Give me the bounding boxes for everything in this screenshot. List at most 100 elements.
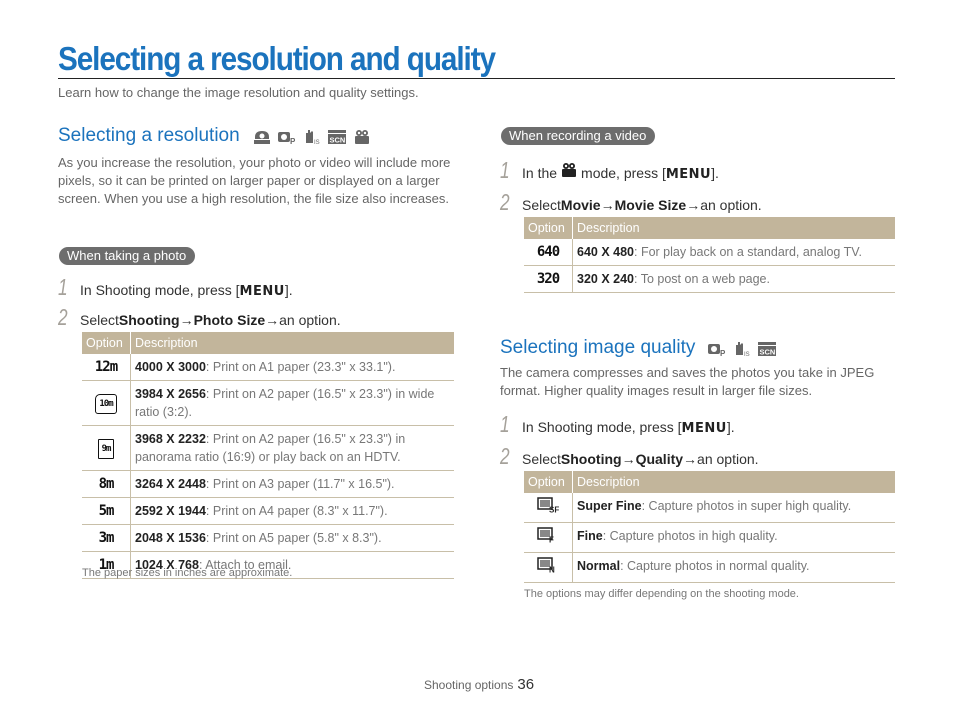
menu-shooting: Shooting bbox=[118, 312, 180, 328]
step-text: In the bbox=[522, 165, 558, 181]
quality-table: Option Description SF Super Fine: Capture… bbox=[524, 471, 895, 583]
option-description: : Capture photos in super high quality. bbox=[641, 499, 852, 513]
arrow: → bbox=[265, 312, 280, 328]
photo-size-table: Option Description 12m 4000 X 3000: Print… bbox=[82, 332, 454, 579]
step-number: 2 bbox=[58, 304, 68, 330]
step-number: 2 bbox=[500, 189, 510, 215]
svg-text:N: N bbox=[549, 566, 555, 574]
quality-mode-icons: P IS SCN bbox=[707, 340, 777, 357]
dual-is-icon: IS bbox=[305, 129, 320, 145]
option-value: 2048 X 1536 bbox=[135, 531, 206, 545]
menu-quality: Quality bbox=[635, 451, 684, 467]
description-cell: 2592 X 1944: Print on A4 paper (8.3" x 1… bbox=[130, 497, 454, 525]
table-row: 12m 4000 X 3000: Print on A1 paper (23.3"… bbox=[82, 354, 454, 381]
menu-movie: Movie bbox=[560, 197, 601, 213]
quality-note: The options may differ depending on the … bbox=[524, 588, 799, 600]
option-cell: F bbox=[524, 522, 573, 553]
option-cell: 8m bbox=[82, 470, 131, 498]
step-text-end: ]. bbox=[711, 165, 719, 181]
step-text: In Shooting mode, press [ bbox=[522, 419, 682, 435]
header-description: Description bbox=[130, 332, 454, 354]
menu-key: MENU bbox=[681, 421, 727, 436]
menu-movie-size: Movie Size bbox=[614, 197, 687, 213]
description-cell: Fine: Capture photos in high quality. bbox=[572, 522, 895, 553]
header-description: Description bbox=[572, 471, 895, 493]
svg-text:P: P bbox=[290, 137, 296, 145]
svg-text:F: F bbox=[549, 536, 554, 544]
description-cell: Normal: Capture photos in normal quality… bbox=[572, 552, 895, 583]
table-header-row: Option Description bbox=[82, 332, 454, 354]
menu-key: MENU bbox=[665, 167, 712, 182]
option-value: Super Fine bbox=[577, 499, 642, 513]
page-title: Selecting a resolution and quality bbox=[58, 40, 496, 77]
table-row: 5m 2592 X 1944: Print on A4 paper (8.3" x… bbox=[82, 497, 454, 525]
program-icon: P bbox=[708, 343, 726, 357]
svg-text:SF: SF bbox=[549, 506, 559, 514]
movie-size-table: Option Description 640 640 X 480: For pla… bbox=[524, 217, 895, 293]
photo-step-2: 2 Select Shooting → Photo Size → an opti… bbox=[58, 304, 341, 331]
description-cell: 3984 X 2656: Print on A2 paper (16.5" x … bbox=[130, 380, 454, 426]
dual-is-icon: IS bbox=[736, 341, 750, 357]
description-cell: 2048 X 1536: Print on A5 paper (5.8" x 8… bbox=[130, 524, 454, 552]
quality-step-2: 2 Select Shooting → Quality → an option. bbox=[500, 443, 759, 470]
fine-quality-icon: F bbox=[537, 527, 559, 546]
smart-auto-icon bbox=[253, 130, 270, 144]
option-cell: 3m bbox=[82, 524, 131, 552]
header-option: Option bbox=[82, 332, 131, 354]
option-cell: 12m bbox=[82, 354, 131, 381]
description-cell: 4000 X 3000: Print on A1 paper (23.3" x … bbox=[130, 354, 454, 381]
option-description: : Print on A5 paper (5.8" x 8.3"). bbox=[205, 531, 382, 545]
description-cell: 3968 X 2232: Print on A2 paper (16.5" x … bbox=[130, 425, 454, 471]
arrow: → bbox=[600, 197, 615, 213]
quality-step-1: 1 In Shooting mode, press [MENU]. bbox=[500, 411, 735, 438]
option-value: 4000 X 3000 bbox=[135, 360, 206, 374]
option-value: 3264 X 2448 bbox=[135, 477, 206, 491]
table-row: F Fine: Capture photos in high quality. bbox=[524, 522, 895, 553]
5m-resolution-icon: 5m bbox=[98, 503, 115, 519]
10m-wide-resolution-icon: 10m bbox=[95, 393, 117, 414]
video-step-2: 2 Select Movie → Movie Size → an option. bbox=[500, 189, 762, 216]
svg-text:SCN: SCN bbox=[760, 347, 776, 356]
step-text-end: ]. bbox=[284, 282, 293, 298]
step-number: 1 bbox=[500, 411, 510, 437]
header-option: Option bbox=[524, 471, 573, 493]
option-description: : Print on A1 paper (23.3" x 33.1"). bbox=[205, 360, 396, 374]
option-value: 3968 X 2232 bbox=[135, 432, 206, 446]
resolution-mode-icons: P IS SCN bbox=[252, 128, 372, 145]
svg-text:IS: IS bbox=[314, 140, 320, 145]
arrow: → bbox=[686, 197, 701, 213]
arrow: → bbox=[621, 451, 636, 467]
option-cell: 640 bbox=[524, 239, 573, 266]
step-text-end: an option. bbox=[697, 451, 759, 467]
table-row: 640 640 X 480: For play back on a standar… bbox=[524, 239, 895, 266]
movie-icon bbox=[562, 163, 577, 177]
option-cell: N bbox=[524, 552, 573, 583]
super-fine-quality-icon: SF bbox=[537, 497, 559, 516]
320-movie-size-icon: 320 bbox=[536, 271, 560, 287]
description-cell: 640 X 480: For play back on a standard, … bbox=[572, 239, 895, 266]
photo-step-1: 1 In Shooting mode, press [MENU]. bbox=[58, 274, 293, 301]
table-row: 320 320 X 240: To post on a web page. bbox=[524, 265, 895, 293]
movie-icon bbox=[354, 129, 369, 144]
scene-icon: SCN bbox=[758, 341, 777, 356]
step-number: 1 bbox=[58, 274, 68, 300]
option-cell: SF bbox=[524, 493, 573, 523]
option-description: : To post on a web page. bbox=[634, 272, 770, 286]
video-step-1: 1 In the mode, press [MENU]. bbox=[500, 157, 719, 184]
quality-heading: Selecting image quality P IS SCN bbox=[500, 337, 777, 359]
step-number: 2 bbox=[500, 443, 510, 469]
resolution-intro: As you increase the resolution, your pho… bbox=[58, 155, 451, 206]
table-row: 8m 3264 X 2448: Print on A3 paper (11.7" … bbox=[82, 470, 454, 498]
table-row: 3m 2048 X 1536: Print on A5 paper (5.8" x… bbox=[82, 524, 454, 552]
step-text-end: an option. bbox=[279, 312, 341, 328]
quality-heading-text: Selecting image quality bbox=[500, 337, 696, 358]
scene-icon: SCN bbox=[327, 129, 346, 144]
option-value: 2592 X 1944 bbox=[135, 504, 206, 518]
option-description: : Print on A3 paper (11.7" x 16.5"). bbox=[205, 477, 395, 491]
option-cell: 9m bbox=[82, 425, 131, 471]
video-badge: When recording a video bbox=[501, 127, 656, 145]
footer-section: Shooting options bbox=[424, 678, 514, 692]
option-description: : Capture photos in high quality. bbox=[602, 529, 778, 543]
option-description: : For play back on a standard, analog TV… bbox=[634, 245, 862, 259]
option-value: 320 X 240 bbox=[577, 272, 634, 286]
